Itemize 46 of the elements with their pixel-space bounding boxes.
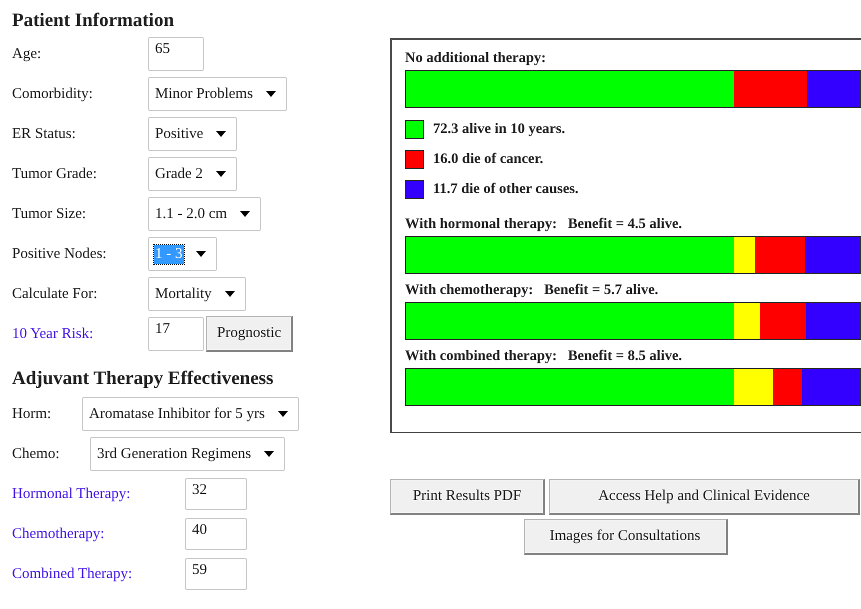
field-label: Chemo: [12, 446, 60, 462]
dropdown[interactable]: Minor Problems [148, 77, 287, 111]
bar-title: No additional therapy: [405, 49, 547, 68]
legend-text: 16.0 die of cancer. [433, 150, 544, 168]
legend-text: 72.3 alive in 10 years. [433, 120, 566, 138]
section-heading: Adjuvant Therapy Effectiveness [12, 367, 274, 391]
field-label: Positive Nodes: [12, 246, 108, 262]
caret-icon [264, 451, 274, 457]
bar-title: With combined therapy: Benefit = 8.5 alive. [405, 347, 684, 366]
field-label: Tumor Grade: [12, 166, 98, 182]
caret-icon [216, 131, 226, 137]
input-field[interactable]: 65 [148, 37, 204, 71]
field-label: 10 Year Risk: [12, 326, 94, 342]
action-button[interactable]: Images for Consultations [524, 519, 728, 555]
dropdown[interactable]: Grade 2 [148, 157, 237, 191]
dropdown[interactable]: Mortality [148, 277, 246, 311]
caret-icon [278, 411, 288, 417]
result-field: 32 [185, 478, 247, 510]
caret-icon [240, 211, 250, 217]
dropdown[interactable]: 3rd Generation Regimens [90, 437, 286, 471]
field-label: Hormonal Therapy: [12, 486, 132, 502]
action-button[interactable]: Print Results PDF [390, 479, 545, 515]
field-label: Tumor Size: [12, 206, 88, 222]
field-label: Horm: [12, 406, 52, 422]
field-label: Age: [12, 46, 42, 62]
action-button[interactable]: Access Help and Clinical Evidence [549, 479, 860, 515]
bar-title: With chemotherapy: Benefit = 5.7 alive. [405, 281, 660, 300]
dropdown[interactable]: Aromatase Inhibitor for 5 yrs [82, 397, 299, 431]
field-label: ER Status: [12, 126, 77, 142]
field-label: Chemotherapy: [12, 526, 106, 542]
bar-title: With hormonal therapy: Benefit = 4.5 alive. [405, 215, 684, 234]
dropdown[interactable]: Positive [148, 117, 238, 151]
section-heading: Patient Information [12, 9, 176, 33]
result-field: 59 [185, 558, 247, 590]
caret-icon [224, 291, 235, 297]
caret-icon [216, 171, 226, 177]
prognostic-button[interactable]: Prognostic [206, 316, 294, 352]
dropdown[interactable]: 1.1 - 2.0 cm [148, 197, 262, 231]
result-field: 40 [185, 518, 247, 550]
field-label: Combined Therapy: [12, 566, 134, 582]
field-label: Comorbidity: [12, 86, 94, 102]
caret-icon [196, 251, 206, 257]
caret-icon [266, 91, 276, 97]
legend-text: 11.7 die of other causes. [433, 180, 579, 198]
result-field: 17 [148, 317, 204, 351]
field-label: Calculate For: [12, 286, 98, 302]
